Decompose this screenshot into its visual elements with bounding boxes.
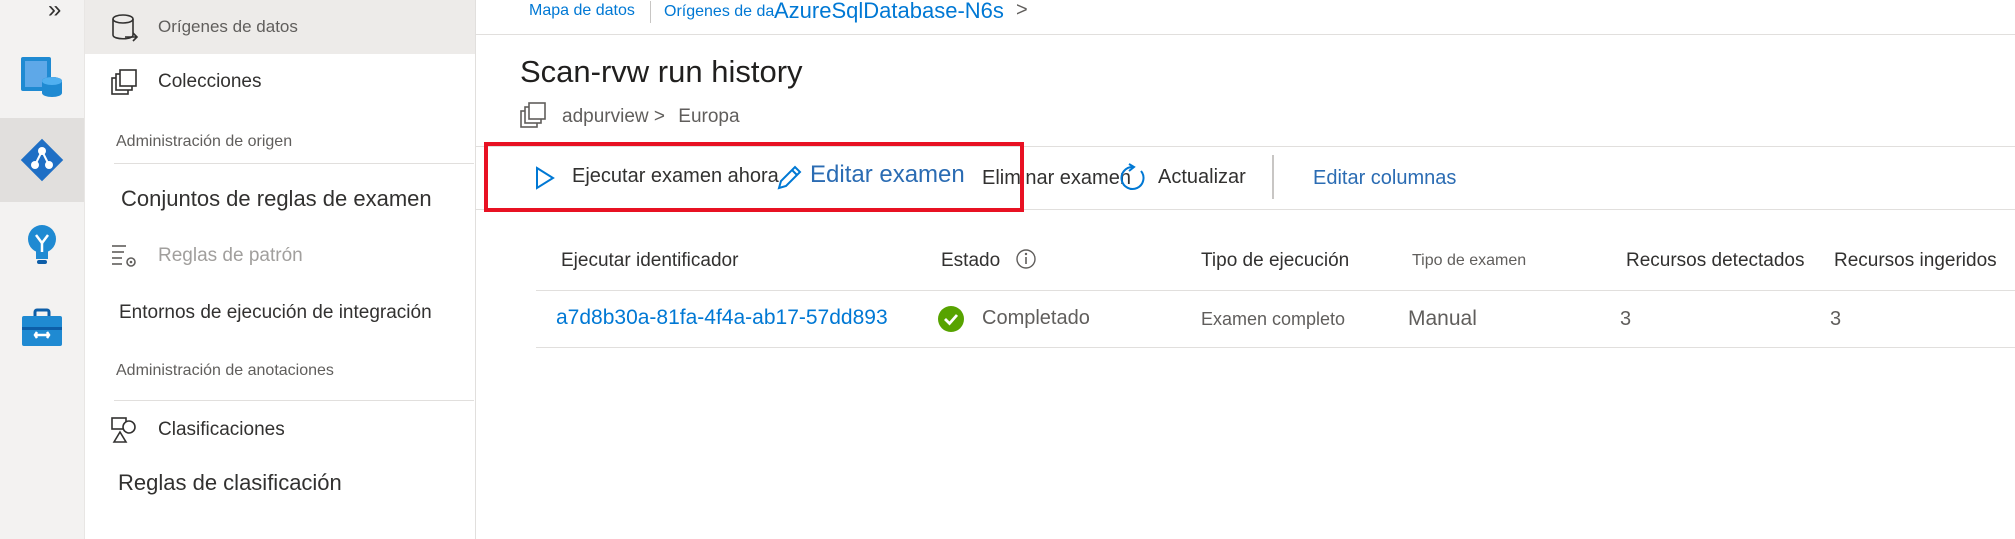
collections-icon [111,69,137,95]
rail-data-map-button[interactable] [0,34,84,118]
table-header-row: Ejecutar identificador Estado Tipo de ej… [536,228,2015,291]
nav-item-pattern-rules[interactable]: Reglas de patrón [85,238,475,274]
collection-icon [520,102,546,128]
page-title: Scan-rvw run history [520,54,803,89]
icon-rail: » [0,0,85,539]
column-header-status[interactable]: Estado [941,250,1000,272]
nav-item-label: Colecciones [158,71,262,92]
navigation-panel: Orígenes de datos Colecciones Administra… [85,0,476,539]
nav-item-classification-rules[interactable]: Reglas de clasificación [118,470,342,496]
rail-insights-button[interactable] [0,202,84,286]
toolbar-divider [1272,155,1274,199]
column-header-run-id[interactable]: Ejecutar identificador [561,250,738,272]
run-history-table: Ejecutar identificador Estado Tipo de ej… [536,228,2015,348]
nav-item-label: Reglas de patrón [158,245,303,266]
expand-nav-button[interactable]: » [48,0,61,24]
run-id-link[interactable]: a7d8b30a-81fa-4f4a-ab17-57dd893 [556,306,888,330]
nav-item-label: Orígenes de datos [158,17,298,36]
rail-data-catalog-button[interactable] [0,118,84,202]
nav-item-collections[interactable]: Colecciones [85,62,475,104]
column-header-scan-type[interactable]: Tipo de examen [1412,252,1526,270]
refresh-button[interactable]: Actualizar [1118,159,1258,197]
rail-management-button[interactable] [0,286,84,370]
breadcrumb-link-data-sources[interactable]: Orígenes de da [664,3,774,21]
table-row[interactable]: a7d8b30a-81fa-4f4a-ab17-57dd893 Completa… [536,291,2015,348]
section-heading-annotation-management: Administración de anotaciones [116,362,334,379]
divider [114,400,474,401]
nav-item-integration-runtimes[interactable]: Entornos de ejecución de integración [119,302,432,324]
column-header-assets-ingested[interactable]: Recursos ingeridos [1834,250,1997,272]
breadcrumb-divider [650,1,651,23]
nav-item-classifications[interactable]: Clasificaciones [85,412,475,448]
database-icon [112,14,139,42]
classifications-icon [111,417,136,443]
run-type-cell: Examen completo [1201,309,1346,329]
edit-columns-button[interactable]: Editar columnas [1313,167,1456,190]
breadcrumb-link-data-map[interactable]: Mapa de datos [529,2,635,20]
divider [114,163,474,164]
assets-ingested-cell: 3 [1830,308,1842,330]
region-name: Europa [678,106,740,127]
column-header-run-type[interactable]: Tipo de ejecución [1201,250,1349,272]
nav-item-scan-rule-sets[interactable]: Conjuntos de reglas de examen [121,186,432,212]
nav-item-data-sources[interactable]: Orígenes de datos [85,0,475,54]
chevron-right-icon: > [1016,0,1028,21]
data-catalog-icon [20,138,64,182]
scan-type-cell: Manual [1408,307,1477,330]
nav-item-label: Clasificaciones [158,419,285,440]
collection-path: adpurview > Europa [562,106,740,128]
highlight-box [484,142,1024,212]
column-header-assets-discovered[interactable]: Recursos detectados [1626,250,1805,272]
status-text: Completado [982,307,1090,329]
collection-name[interactable]: adpurview [562,106,649,127]
refresh-label: Actualizar [1158,166,1246,188]
data-map-icon [21,57,62,97]
path-separator: > [653,106,665,127]
info-icon[interactable] [1015,248,1037,270]
section-heading-source-management: Administración de origen [116,133,293,150]
assets-discovered-cell: 3 [1620,308,1632,330]
main-content: Mapa de datos Orígenes de da AzureSqlDat… [476,0,2015,539]
management-toolbox-icon [22,308,62,346]
pattern-rules-icon [112,245,136,267]
refresh-icon [1120,163,1145,190]
breadcrumb-link-source[interactable]: AzureSqlDatabase-N6s [774,0,1004,24]
breadcrumb: Mapa de datos Orígenes de da AzureSqlDat… [476,0,2015,35]
insights-icon [28,225,56,264]
checkmark-success-icon [938,306,964,332]
